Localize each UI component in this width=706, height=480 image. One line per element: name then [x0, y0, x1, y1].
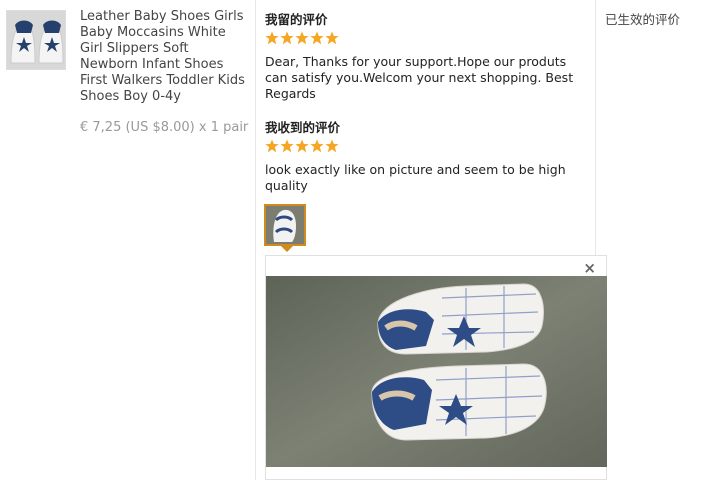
star-icon — [325, 31, 339, 45]
product-title-link[interactable]: Leather Baby Shoes Girls Baby Moccasins … — [80, 9, 248, 105]
star-icon — [280, 31, 294, 45]
star-icon — [280, 139, 294, 153]
feedback-status: 已生效的评价 — [605, 12, 681, 27]
star-icon — [265, 139, 279, 153]
seller-rating-stars — [265, 31, 339, 45]
star-icon — [295, 31, 309, 45]
close-icon[interactable]: × — [583, 260, 596, 276]
star-icon — [295, 139, 309, 153]
star-icon — [310, 31, 324, 45]
buyer-feedback-heading: 我收到的评价 — [265, 120, 341, 135]
review-photo-thumbnail[interactable] — [264, 204, 306, 246]
product-column: Leather Baby Shoes Girls Baby Moccasins … — [0, 0, 256, 480]
thumbnail-pointer — [281, 246, 293, 252]
seller-feedback-text: Dear, Thanks for your support.Hope our p… — [265, 54, 574, 101]
star-icon — [265, 31, 279, 45]
buyer-feedback-text: look exactly like on picture and seem to… — [265, 162, 566, 193]
review-photo-preview — [266, 276, 607, 467]
star-icon — [325, 139, 339, 153]
star-icon — [310, 139, 324, 153]
seller-feedback-heading: 我留的评价 — [265, 12, 328, 27]
product-price: € 7,25 (US $8.00) x 1 pair — [80, 120, 249, 135]
product-thumbnail[interactable] — [6, 10, 66, 70]
photo-preview-panel: × — [265, 255, 607, 480]
buyer-rating-stars — [265, 139, 339, 153]
